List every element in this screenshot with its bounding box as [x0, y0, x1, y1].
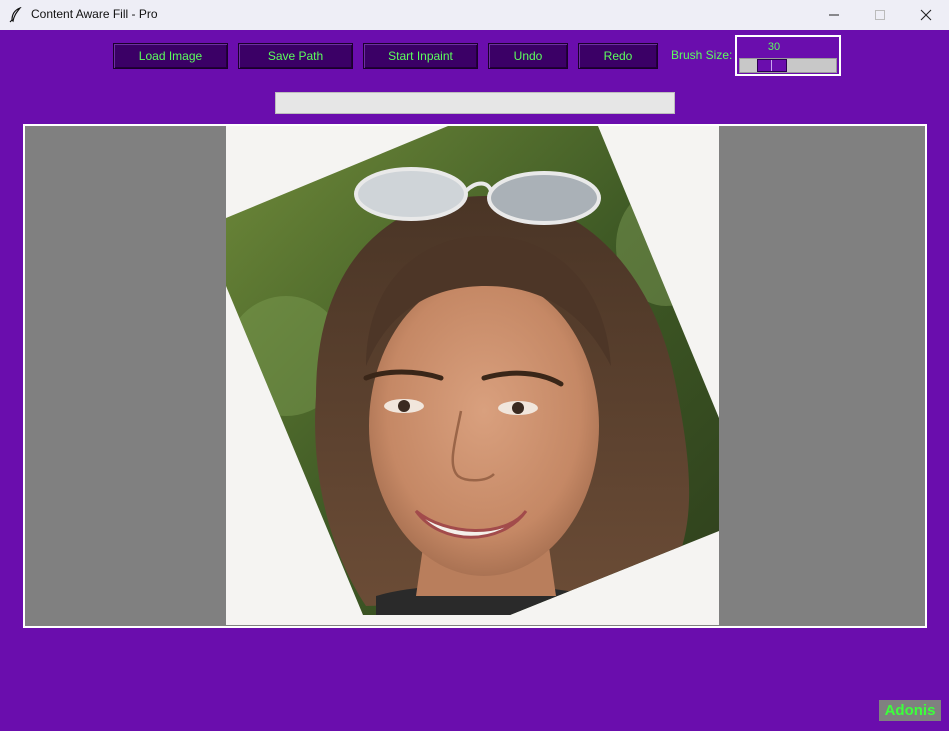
undo-button[interactable]: Undo	[488, 43, 568, 69]
progress-bar	[275, 92, 675, 114]
minimize-button[interactable]	[811, 0, 857, 30]
image-canvas[interactable]	[23, 124, 927, 628]
minimize-icon	[829, 14, 839, 16]
close-icon	[920, 9, 932, 21]
close-button[interactable]	[903, 0, 949, 30]
redo-button[interactable]: Redo	[578, 43, 658, 69]
window-title: Content Aware Fill - Pro	[31, 7, 158, 21]
portrait-photo	[226, 126, 719, 615]
window-titlebar: Content Aware Fill - Pro	[0, 0, 949, 30]
photo-frame	[226, 126, 719, 625]
brush-size-value: 30	[767, 41, 781, 53]
save-path-button[interactable]: Save Path	[238, 43, 353, 69]
brush-size-label: Brush Size:	[671, 48, 733, 62]
brush-size-slider-handle[interactable]	[757, 59, 787, 72]
feather-icon	[9, 7, 22, 23]
brush-size-scale[interactable]: 30	[735, 35, 841, 76]
maximize-icon	[875, 10, 885, 20]
maximize-button[interactable]	[857, 0, 903, 30]
start-inpaint-button[interactable]: Start Inpaint	[363, 43, 478, 69]
main-window: Load Image Save Path Start Inpaint Undo …	[0, 30, 949, 731]
brush-size-trough[interactable]	[739, 58, 837, 73]
watermark-label: Adonis	[879, 700, 941, 721]
load-image-button[interactable]: Load Image	[113, 43, 228, 69]
